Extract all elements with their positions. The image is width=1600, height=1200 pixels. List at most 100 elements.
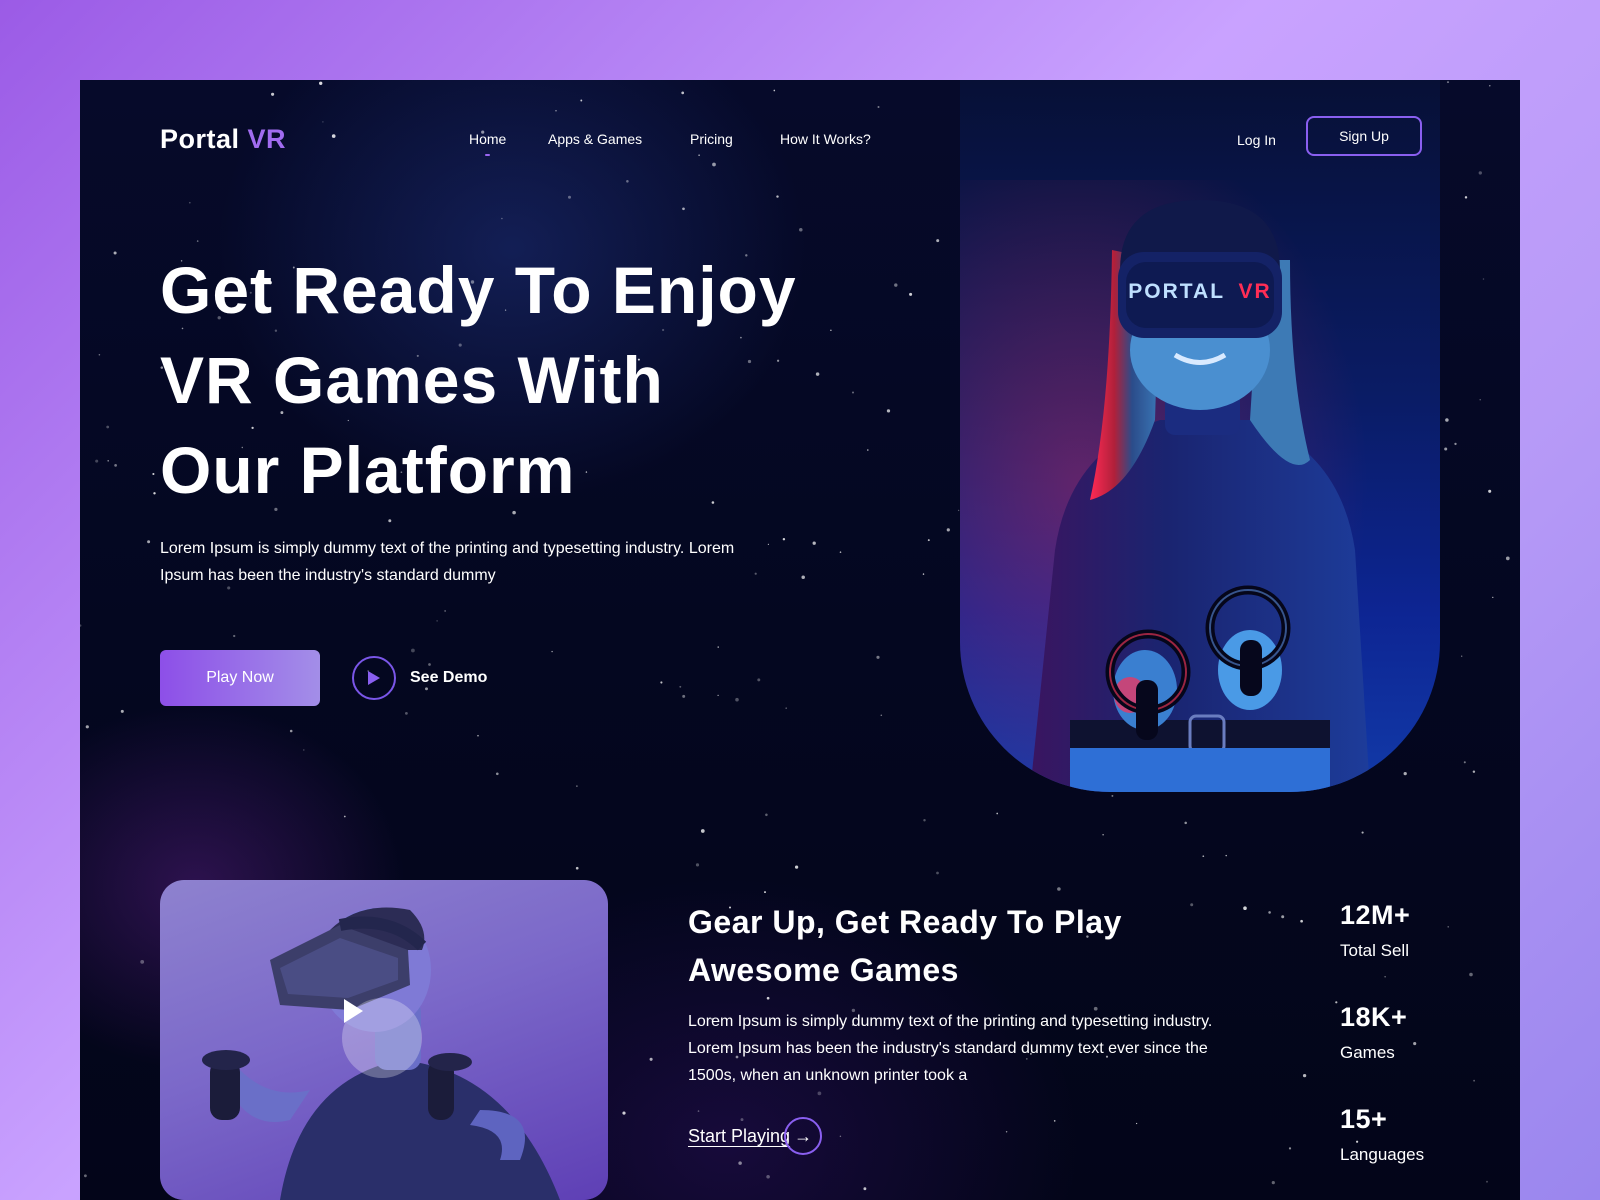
star	[1413, 1042, 1417, 1046]
star	[411, 648, 415, 653]
hero-vr-photo: PORTAL VR	[960, 80, 1440, 792]
arrow-right-icon: →	[784, 1117, 823, 1155]
star	[839, 551, 842, 553]
nav-pricing[interactable]: Pricing	[690, 131, 733, 147]
nav-home[interactable]: Home	[469, 131, 506, 156]
play-icon	[344, 999, 363, 1023]
star	[996, 812, 999, 815]
star	[923, 818, 926, 822]
stat-label: Total Sell	[1340, 941, 1409, 960]
star	[682, 207, 685, 211]
star	[477, 734, 479, 737]
star	[580, 99, 583, 102]
star	[695, 863, 700, 867]
star	[1478, 171, 1482, 175]
star	[738, 1161, 742, 1165]
star	[1053, 1120, 1056, 1122]
brand-logo[interactable]: Portal VR	[160, 124, 286, 155]
star	[188, 201, 191, 204]
star	[682, 694, 686, 698]
star	[766, 996, 770, 1000]
star	[1444, 447, 1448, 451]
brand-accent: VR	[247, 124, 287, 154]
star	[140, 960, 145, 964]
star	[233, 634, 236, 638]
stat-total-sell: 12M+ Total Sell	[1340, 900, 1410, 961]
star	[1202, 855, 1205, 858]
stat-label: Languages	[1340, 1145, 1425, 1164]
star	[80, 624, 82, 627]
star	[766, 1175, 770, 1179]
star	[877, 105, 880, 109]
star	[85, 725, 89, 729]
star	[152, 472, 155, 476]
star	[147, 540, 151, 544]
star	[765, 813, 768, 817]
star	[1302, 1073, 1307, 1078]
star	[698, 154, 700, 156]
see-demo-button[interactable]: See Demo	[352, 654, 487, 702]
see-demo-label: See Demo	[410, 669, 488, 686]
star	[1492, 596, 1494, 599]
star	[303, 749, 305, 751]
star	[773, 89, 776, 92]
star	[1463, 761, 1466, 764]
hero-headline-line-2: VR Games With	[160, 343, 664, 417]
star	[863, 1187, 867, 1191]
star	[1505, 556, 1510, 561]
star	[1473, 1079, 1475, 1082]
star	[622, 1111, 626, 1115]
play-icon	[352, 656, 396, 700]
star	[322, 121, 324, 123]
star	[1384, 976, 1386, 978]
star	[681, 91, 685, 95]
star	[501, 217, 503, 220]
star	[1488, 489, 1492, 493]
nav-apps-games[interactable]: Apps & Games	[548, 131, 642, 147]
nav-how-it-works[interactable]: How It Works?	[780, 131, 871, 147]
star	[576, 785, 578, 787]
star	[1489, 85, 1491, 87]
star	[196, 240, 199, 242]
star	[1486, 1180, 1488, 1183]
stat-games: 18K+ Games	[1340, 1002, 1407, 1063]
video-thumbnail[interactable]	[160, 880, 608, 1200]
login-link[interactable]: Log In	[1237, 132, 1276, 148]
star	[1472, 770, 1476, 773]
signup-button[interactable]: Sign Up	[1306, 116, 1422, 156]
video-play-button[interactable]	[342, 998, 422, 1078]
star	[712, 162, 716, 167]
star	[794, 865, 799, 869]
star	[1479, 399, 1481, 401]
star	[735, 697, 739, 702]
star	[801, 575, 805, 580]
star	[626, 180, 629, 183]
star	[1464, 196, 1468, 199]
star	[575, 866, 579, 870]
star	[343, 815, 346, 818]
star	[700, 829, 705, 833]
star	[271, 92, 275, 96]
star	[880, 714, 883, 716]
star	[1361, 831, 1364, 834]
star	[1111, 794, 1114, 797]
star	[107, 460, 109, 462]
star	[936, 871, 939, 875]
star	[776, 195, 779, 198]
star	[1184, 821, 1187, 825]
start-playing-link[interactable]: Start Playing →	[688, 1117, 823, 1155]
stat-value: 18K+	[1340, 1002, 1408, 1032]
star	[946, 528, 950, 532]
star	[1445, 418, 1449, 422]
star	[95, 459, 99, 463]
stat-label: Games	[1340, 1043, 1395, 1062]
star	[1446, 81, 1450, 84]
star	[649, 1057, 653, 1061]
hero-headline-line-3: Our Platform	[160, 433, 576, 507]
play-now-button[interactable]: Play Now	[160, 650, 320, 706]
star	[113, 251, 117, 255]
star	[927, 539, 930, 542]
star	[1225, 854, 1227, 857]
star	[495, 772, 499, 776]
star	[1281, 915, 1285, 919]
